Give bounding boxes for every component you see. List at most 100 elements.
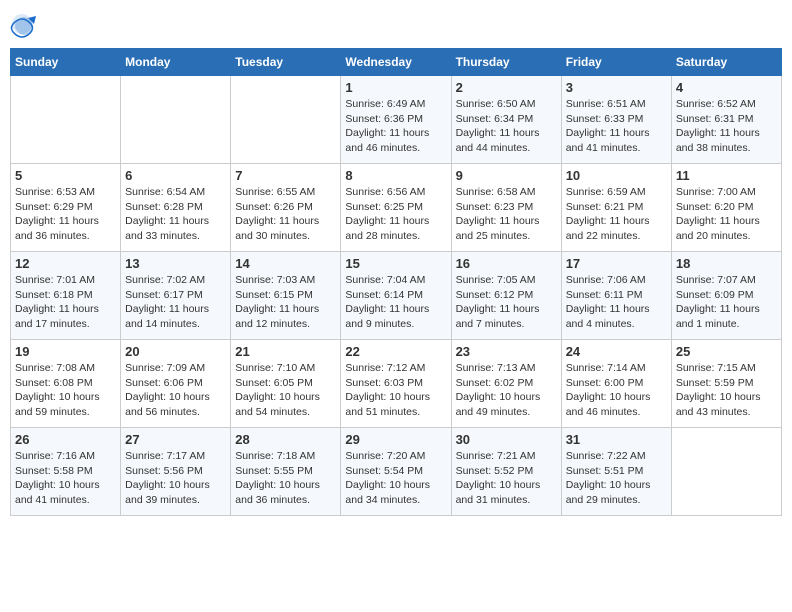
- day-number: 23: [456, 344, 557, 359]
- day-number: 24: [566, 344, 667, 359]
- day-number: 1: [345, 80, 446, 95]
- day-info: Sunrise: 6:52 AM Sunset: 6:31 PM Dayligh…: [676, 97, 777, 156]
- day-number: 2: [456, 80, 557, 95]
- day-number: 9: [456, 168, 557, 183]
- day-number: 5: [15, 168, 116, 183]
- calendar-cell: 5Sunrise: 6:53 AM Sunset: 6:29 PM Daylig…: [11, 164, 121, 252]
- calendar-week-5: 26 Sunrise: 7:16 AM Sunset: 5:58 PM Dayli…: [11, 428, 782, 516]
- calendar-cell: 19 Sunrise: 7:08 AM Sunset: 6:08 PM Dayli…: [11, 340, 121, 428]
- calendar-cell: 16Sunrise: 7:05 AM Sunset: 6:12 PM Dayli…: [451, 252, 561, 340]
- calendar-cell: 25Sunrise: 7:15 AM Sunset: 5:59 PM Dayli…: [671, 340, 781, 428]
- day-info: Sunrise: 7:00 AM Sunset: 6:20 PM Dayligh…: [676, 185, 777, 244]
- calendar-cell: [121, 76, 231, 164]
- calendar-cell: 14 Sunrise: 7:03 AM Sunset: 6:15 PM Dayli…: [231, 252, 341, 340]
- calendar-cell: 23 Sunrise: 7:13 AM Sunset: 6:02 PM Dayli…: [451, 340, 561, 428]
- day-info: Sunrise: 7:13 AM Sunset: 6:02 PM Dayligh…: [456, 361, 557, 420]
- calendar-cell: 17 Sunrise: 7:06 AM Sunset: 6:11 PM Dayli…: [561, 252, 671, 340]
- day-number: 15: [345, 256, 446, 271]
- calendar-week-4: 19 Sunrise: 7:08 AM Sunset: 6:08 PM Dayli…: [11, 340, 782, 428]
- day-number: 18: [676, 256, 777, 271]
- calendar-cell: 29 Sunrise: 7:20 AM Sunset: 5:54 PM Dayli…: [341, 428, 451, 516]
- logo: [10, 10, 42, 38]
- day-info: Sunrise: 7:14 AM Sunset: 6:00 PM Dayligh…: [566, 361, 667, 420]
- calendar-cell: [671, 428, 781, 516]
- column-header-friday: Friday: [561, 49, 671, 76]
- day-info: Sunrise: 6:55 AM Sunset: 6:26 PM Dayligh…: [235, 185, 336, 244]
- day-info: Sunrise: 7:15 AM Sunset: 5:59 PM Dayligh…: [676, 361, 777, 420]
- day-number: 27: [125, 432, 226, 447]
- calendar-cell: 13 Sunrise: 7:02 AM Sunset: 6:17 PM Dayli…: [121, 252, 231, 340]
- calendar-cell: 2 Sunrise: 6:50 AM Sunset: 6:34 PM Daylig…: [451, 76, 561, 164]
- calendar-cell: 30 Sunrise: 7:21 AM Sunset: 5:52 PM Dayli…: [451, 428, 561, 516]
- day-number: 7: [235, 168, 336, 183]
- day-number: 29: [345, 432, 446, 447]
- calendar-cell: 7 Sunrise: 6:55 AM Sunset: 6:26 PM Daylig…: [231, 164, 341, 252]
- day-info: Sunrise: 6:49 AM Sunset: 6:36 PM Dayligh…: [345, 97, 446, 156]
- day-info: Sunrise: 7:03 AM Sunset: 6:15 PM Dayligh…: [235, 273, 336, 332]
- logo-icon: [10, 10, 38, 38]
- day-number: 12: [15, 256, 116, 271]
- day-info: Sunrise: 7:06 AM Sunset: 6:11 PM Dayligh…: [566, 273, 667, 332]
- day-info: Sunrise: 7:18 AM Sunset: 5:55 PM Dayligh…: [235, 449, 336, 508]
- day-number: 14: [235, 256, 336, 271]
- day-info: Sunrise: 6:50 AM Sunset: 6:34 PM Dayligh…: [456, 97, 557, 156]
- calendar-cell: 8 Sunrise: 6:56 AM Sunset: 6:25 PM Daylig…: [341, 164, 451, 252]
- day-info: Sunrise: 7:08 AM Sunset: 6:08 PM Dayligh…: [15, 361, 116, 420]
- day-info: Sunrise: 6:59 AM Sunset: 6:21 PM Dayligh…: [566, 185, 667, 244]
- day-number: 13: [125, 256, 226, 271]
- day-number: 3: [566, 80, 667, 95]
- calendar-cell: 1 Sunrise: 6:49 AM Sunset: 6:36 PM Daylig…: [341, 76, 451, 164]
- calendar-header: SundayMondayTuesdayWednesdayThursdayFrid…: [11, 49, 782, 76]
- day-number: 31: [566, 432, 667, 447]
- calendar-cell: 21 Sunrise: 7:10 AM Sunset: 6:05 PM Dayli…: [231, 340, 341, 428]
- day-info: Sunrise: 7:01 AM Sunset: 6:18 PM Dayligh…: [15, 273, 116, 332]
- calendar-body: 1 Sunrise: 6:49 AM Sunset: 6:36 PM Daylig…: [11, 76, 782, 516]
- day-info: Sunrise: 7:07 AM Sunset: 6:09 PM Dayligh…: [676, 273, 777, 332]
- calendar-week-3: 12 Sunrise: 7:01 AM Sunset: 6:18 PM Dayli…: [11, 252, 782, 340]
- calendar-cell: 12 Sunrise: 7:01 AM Sunset: 6:18 PM Dayli…: [11, 252, 121, 340]
- day-number: 30: [456, 432, 557, 447]
- day-info: Sunrise: 7:10 AM Sunset: 6:05 PM Dayligh…: [235, 361, 336, 420]
- day-number: 28: [235, 432, 336, 447]
- day-number: 17: [566, 256, 667, 271]
- day-info: Sunrise: 6:54 AM Sunset: 6:28 PM Dayligh…: [125, 185, 226, 244]
- day-number: 8: [345, 168, 446, 183]
- day-number: 21: [235, 344, 336, 359]
- day-number: 4: [676, 80, 777, 95]
- calendar-cell: 4 Sunrise: 6:52 AM Sunset: 6:31 PM Daylig…: [671, 76, 781, 164]
- calendar-cell: [231, 76, 341, 164]
- calendar-cell: [11, 76, 121, 164]
- day-number: 6: [125, 168, 226, 183]
- day-info: Sunrise: 6:56 AM Sunset: 6:25 PM Dayligh…: [345, 185, 446, 244]
- day-info: Sunrise: 7:02 AM Sunset: 6:17 PM Dayligh…: [125, 273, 226, 332]
- calendar-cell: 15Sunrise: 7:04 AM Sunset: 6:14 PM Dayli…: [341, 252, 451, 340]
- day-number: 26: [15, 432, 116, 447]
- calendar-cell: 24 Sunrise: 7:14 AM Sunset: 6:00 PM Dayli…: [561, 340, 671, 428]
- calendar-cell: 3 Sunrise: 6:51 AM Sunset: 6:33 PM Daylig…: [561, 76, 671, 164]
- day-info: Sunrise: 7:09 AM Sunset: 6:06 PM Dayligh…: [125, 361, 226, 420]
- day-number: 20: [125, 344, 226, 359]
- column-header-saturday: Saturday: [671, 49, 781, 76]
- calendar-cell: 18 Sunrise: 7:07 AM Sunset: 6:09 PM Dayli…: [671, 252, 781, 340]
- day-info: Sunrise: 6:51 AM Sunset: 6:33 PM Dayligh…: [566, 97, 667, 156]
- day-info: Sunrise: 7:20 AM Sunset: 5:54 PM Dayligh…: [345, 449, 446, 508]
- calendar-cell: 11Sunrise: 7:00 AM Sunset: 6:20 PM Dayli…: [671, 164, 781, 252]
- page-header: [10, 10, 782, 38]
- day-info: Sunrise: 7:16 AM Sunset: 5:58 PM Dayligh…: [15, 449, 116, 508]
- day-number: 16: [456, 256, 557, 271]
- calendar-week-2: 5Sunrise: 6:53 AM Sunset: 6:29 PM Daylig…: [11, 164, 782, 252]
- column-header-thursday: Thursday: [451, 49, 561, 76]
- column-header-monday: Monday: [121, 49, 231, 76]
- calendar-cell: 20 Sunrise: 7:09 AM Sunset: 6:06 PM Dayli…: [121, 340, 231, 428]
- day-number: 19: [15, 344, 116, 359]
- calendar-week-1: 1 Sunrise: 6:49 AM Sunset: 6:36 PM Daylig…: [11, 76, 782, 164]
- calendar-cell: 10Sunrise: 6:59 AM Sunset: 6:21 PM Dayli…: [561, 164, 671, 252]
- calendar-table: SundayMondayTuesdayWednesdayThursdayFrid…: [10, 48, 782, 516]
- day-info: Sunrise: 7:12 AM Sunset: 6:03 PM Dayligh…: [345, 361, 446, 420]
- day-info: Sunrise: 6:58 AM Sunset: 6:23 PM Dayligh…: [456, 185, 557, 244]
- day-info: Sunrise: 7:21 AM Sunset: 5:52 PM Dayligh…: [456, 449, 557, 508]
- calendar-cell: 26 Sunrise: 7:16 AM Sunset: 5:58 PM Dayli…: [11, 428, 121, 516]
- day-info: Sunrise: 7:22 AM Sunset: 5:51 PM Dayligh…: [566, 449, 667, 508]
- column-header-wednesday: Wednesday: [341, 49, 451, 76]
- calendar-cell: 6 Sunrise: 6:54 AM Sunset: 6:28 PM Daylig…: [121, 164, 231, 252]
